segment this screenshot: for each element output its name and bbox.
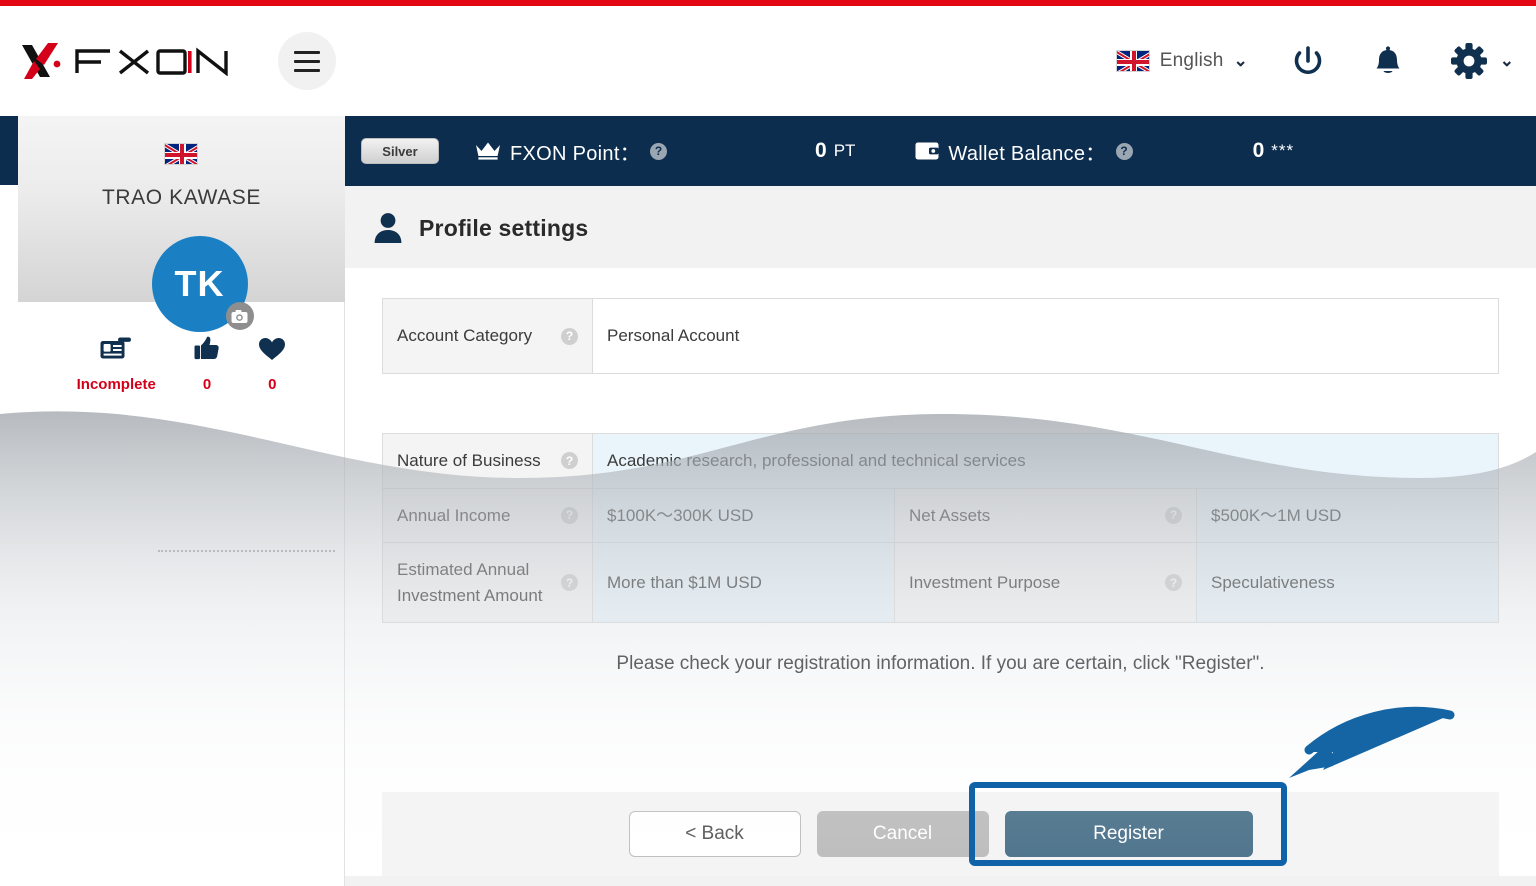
table-label-cell: Investment Purpose ? — [894, 542, 1197, 623]
table-value-cell: Academic research, professional and tech… — [592, 433, 1499, 489]
table-label-cell: Nature of Business ? — [382, 433, 593, 489]
camera-glyph — [231, 309, 248, 323]
question-mark-icon[interactable]: ? — [561, 452, 578, 470]
fxon-point-unit: PT — [833, 141, 856, 160]
fxon-point-block: FXON Point： ? — [475, 137, 667, 166]
id-card-icon — [100, 337, 132, 359]
fxon-wordmark — [75, 47, 228, 76]
chevron-down-icon: ⌄ — [1499, 51, 1514, 70]
language-selector[interactable]: English ⌄ — [1115, 50, 1248, 72]
wallet-balance-value: 0 — [1252, 139, 1265, 162]
sidebar-stats: Incomplete 0 0 — [18, 336, 345, 393]
power-glyph — [1294, 46, 1322, 74]
question-mark-icon[interactable]: ? — [561, 574, 578, 591]
question-mark-icon[interactable]: ? — [561, 506, 578, 524]
wallet-balance-masked: *** — [1271, 141, 1295, 160]
question-mark-icon[interactable]: ? — [561, 327, 578, 345]
chevron-down-icon: ⌄ — [1233, 51, 1248, 70]
rank-badge[interactable]: Silver — [361, 138, 439, 164]
app-header: English ⌄ ⌄ — [0, 6, 1536, 116]
main-content: Profile settings Account Category ? Pers… — [345, 186, 1536, 886]
header-controls: English ⌄ ⌄ — [1115, 40, 1514, 82]
register-button[interactable]: Register — [1004, 811, 1253, 857]
table-label-cell: Annual Income ? — [382, 487, 593, 543]
fxon-x-logo — [22, 43, 61, 79]
language-label: English — [1159, 50, 1224, 71]
table-row: Annual Income ? $100K〜300K USD Net Asset… — [382, 487, 1499, 543]
row-label: Nature of Business — [397, 451, 541, 470]
table-label-cell: Estimated Annual Investment Amount ? — [382, 542, 593, 623]
table-row: Estimated Annual Investment Amount ? Mor… — [382, 542, 1499, 623]
stat-value: 0 — [202, 376, 212, 393]
fxon-point-value-block: 0 PT — [815, 139, 855, 163]
table-label-cell: Account Category ? — [382, 298, 593, 374]
table-label-cell: Net Assets ? — [894, 487, 1197, 543]
profile-details-table: Nature of Business ? Academic research, … — [382, 433, 1499, 623]
table-value-cell: More than $1M USD — [592, 542, 895, 623]
camera-icon[interactable] — [225, 302, 254, 330]
question-mark-icon[interactable]: ? — [650, 142, 667, 160]
account-status-bar: Silver FXON Point： ? 0 PT Wallet Balance… — [345, 116, 1536, 186]
person-icon — [374, 213, 402, 243]
stat-favorites[interactable]: 0 — [258, 336, 286, 393]
gear-settings-icon — [1450, 43, 1487, 79]
sidebar: TRAO KAWASE TK Incomplete 0 0 — [18, 116, 345, 886]
profile-panel: Account Category ? Personal Account Natu… — [345, 268, 1536, 876]
question-mark-icon[interactable]: ? — [1115, 142, 1133, 160]
wallet-balance-block: Wallet Balance： ? — [915, 137, 1133, 166]
stat-value: Incomplete — [76, 376, 156, 393]
page-title: Profile settings — [419, 214, 589, 241]
uk-flag-icon — [1115, 50, 1150, 72]
avatar[interactable]: TK — [151, 236, 254, 332]
question-mark-icon[interactable]: ? — [1165, 574, 1182, 591]
page-header: Profile settings — [345, 186, 1536, 268]
question-mark-icon[interactable]: ? — [1165, 506, 1182, 524]
wallet-icon — [915, 142, 939, 160]
action-button-bar: < Back Cancel Register — [382, 792, 1499, 876]
registration-hint: Please check your registration informati… — [616, 653, 1265, 674]
stat-verification[interactable]: Incomplete — [77, 336, 156, 393]
row-label: Net Assets — [909, 505, 991, 525]
brand-logo[interactable] — [18, 39, 234, 83]
row-label: Account Category — [397, 326, 533, 346]
table-value-cell: Personal Account — [592, 298, 1499, 374]
fxon-point-label: FXON Point： — [510, 142, 640, 165]
stat-value: 0 — [268, 376, 277, 393]
row-label: Estimated Annual Investment Amount — [397, 560, 543, 605]
settings-menu[interactable]: ⌄ — [1448, 40, 1514, 82]
table-row: Account Category ? Personal Account — [382, 298, 1499, 374]
crown-icon — [476, 142, 500, 160]
power-icon[interactable] — [1288, 41, 1328, 81]
table-value-cell: $100K〜300K USD — [592, 487, 895, 543]
bell-notification-icon[interactable] — [1368, 41, 1408, 81]
row-label: Investment Purpose — [909, 572, 1061, 592]
wallet-balance-label: Wallet Balance： — [948, 142, 1106, 165]
table-value-cell: Speculativeness — [1196, 542, 1499, 623]
account-category-table: Account Category ? Personal Account — [382, 298, 1499, 374]
thumbs-up-icon — [194, 336, 219, 360]
heart-icon — [259, 338, 286, 360]
left-rail — [0, 116, 18, 185]
table-row: Nature of Business ? Academic research, … — [382, 433, 1499, 489]
hamburger-menu-icon[interactable] — [278, 32, 336, 90]
sidebar-user-name: TRAO KAWASE — [101, 186, 262, 209]
table-value-cell: $500K〜1M USD — [1196, 487, 1499, 543]
uk-flag-icon — [164, 143, 198, 165]
wallet-balance-value-block: 0 *** — [1253, 139, 1295, 163]
sidebar-divider — [158, 550, 335, 552]
stat-likes[interactable]: 0 — [193, 336, 221, 393]
row-label: Annual Income — [397, 505, 511, 525]
fxon-point-value: 0 — [815, 139, 827, 162]
bell-glyph — [1376, 46, 1400, 73]
cancel-button[interactable]: Cancel — [816, 811, 989, 857]
back-button[interactable]: < Back — [628, 811, 801, 857]
sidebar-country-flag — [164, 143, 198, 165]
